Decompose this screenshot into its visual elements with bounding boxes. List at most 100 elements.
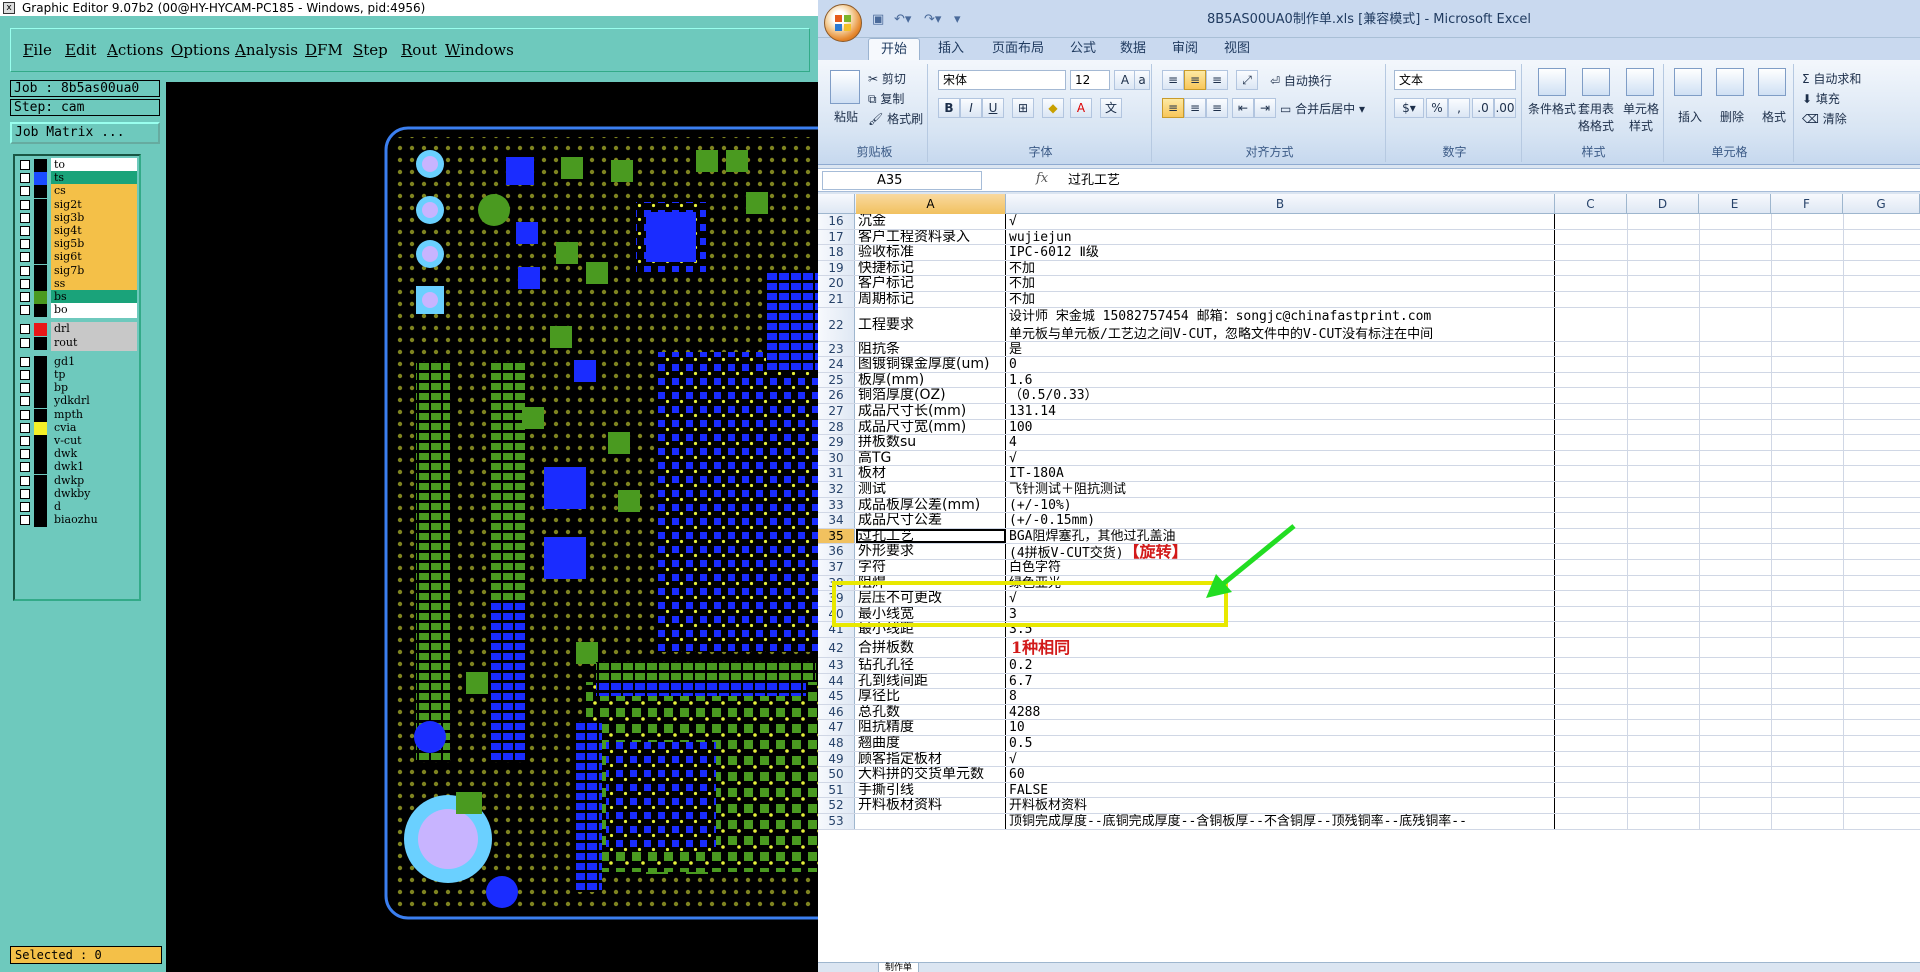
row-header[interactable]: 53 (818, 814, 855, 829)
layer-name[interactable]: rout (51, 335, 137, 351)
row-header[interactable]: 45 (818, 689, 855, 704)
row-header[interactable]: 30 (818, 450, 855, 466)
layer-visibility-checkbox[interactable] (20, 370, 30, 380)
wrap-text-button[interactable]: ⏎ 自动换行 (1270, 72, 1332, 89)
cell-a[interactable]: 阻抗精度 (856, 720, 1006, 735)
tab-view[interactable]: 视图 (1212, 38, 1262, 60)
menu-analysis[interactable]: Analysis (235, 41, 298, 59)
cell-b[interactable]: IT-180A (1006, 466, 1555, 481)
row-header[interactable]: 17 (818, 229, 855, 245)
cell-a[interactable]: 阻抗条 (856, 341, 1006, 357)
cell-a[interactable]: 工程要求 (856, 307, 1006, 341)
cell-b[interactable]: 0.2 (1006, 658, 1555, 673)
align-middle-icon[interactable]: ≡ (1184, 70, 1206, 90)
row-header[interactable]: 46 (818, 704, 855, 720)
merge-center-button[interactable]: ▭ 合并后居中 ▾ (1280, 100, 1365, 117)
cell-a[interactable]: 大料拼的交货单元数 (856, 767, 1006, 782)
row-header[interactable]: 28 (818, 419, 855, 435)
cell-b[interactable]: 不加 (1006, 276, 1555, 291)
cell-a[interactable]: 翘曲度 (856, 736, 1006, 751)
layer-visibility-checkbox[interactable] (20, 278, 30, 289)
row-header[interactable]: 22 (818, 307, 855, 341)
cell-a[interactable]: 拼板数su (856, 435, 1006, 450)
tab-page-layout[interactable]: 页面布局 (980, 38, 1056, 60)
cell-a[interactable]: 总孔数 (856, 704, 1006, 720)
layer-name[interactable]: bo (51, 303, 137, 319)
cell-b[interactable]: （0.5/0.33） (1006, 388, 1555, 403)
layer-visibility-checkbox[interactable] (20, 383, 30, 394)
align-top-icon[interactable]: ≡ (1162, 70, 1184, 90)
column-header-b[interactable]: B (1006, 194, 1555, 214)
cell-a[interactable]: 孔到线间距 (856, 673, 1006, 689)
cell-b[interactable]: √ (1006, 450, 1555, 466)
cut-button[interactable]: ✂ 剪切 (868, 70, 906, 87)
layer-row-biaozhu[interactable]: biaozhu (17, 513, 139, 529)
cell-a[interactable]: 沉金 (856, 214, 1006, 229)
cell-b[interactable]: 8 (1006, 689, 1555, 704)
menu-dfm[interactable]: DFM (305, 41, 343, 59)
layer-visibility-checkbox[interactable] (20, 226, 30, 236)
percent-icon[interactable]: % (1426, 98, 1448, 118)
row-header[interactable]: 23 (818, 341, 855, 357)
layer-name[interactable]: biaozhu (51, 513, 137, 529)
row-header[interactable]: 19 (818, 260, 855, 276)
cell-b[interactable]: (+/-10%) (1006, 497, 1555, 513)
row-header[interactable]: 37 (818, 560, 855, 575)
column-header-f[interactable]: F (1771, 194, 1843, 214)
row-header[interactable]: 32 (818, 482, 855, 497)
row-header[interactable]: 29 (818, 435, 855, 450)
cell-b[interactable]: 不加 (1006, 260, 1555, 276)
cell-style-label[interactable]: 单元格样式 (1622, 100, 1660, 134)
cell-b[interactable]: 是 (1006, 341, 1555, 357)
menu-options[interactable]: Options (171, 41, 230, 59)
delete-cells-label[interactable]: 删除 (1720, 108, 1744, 125)
cell-b[interactable]: 0.5 (1006, 736, 1555, 751)
cell-b[interactable]: wujiejun (1006, 229, 1555, 245)
cell-b[interactable]: 60 (1006, 767, 1555, 782)
align-bottom-icon[interactable]: ≡ (1206, 70, 1228, 90)
format-painter-button[interactable]: 🖌 格式刷 (868, 110, 923, 127)
table-format-icon[interactable] (1582, 68, 1610, 96)
tab-home[interactable]: 开始 (868, 38, 921, 60)
grow-font-icon[interactable]: A (1114, 70, 1136, 90)
format-cells-label[interactable]: 格式 (1762, 108, 1786, 125)
underline-icon[interactable]: U (982, 98, 1004, 118)
align-right-icon[interactable]: ≡ (1206, 98, 1228, 118)
cell-b[interactable]: 6.7 (1006, 673, 1555, 689)
comma-icon[interactable]: , (1448, 98, 1470, 118)
font-name-select[interactable]: 宋体 (938, 70, 1066, 90)
layer-visibility-checkbox[interactable] (20, 305, 30, 316)
row-header[interactable]: 26 (818, 388, 855, 403)
row-header[interactable]: 25 (818, 372, 855, 388)
menu-step[interactable]: Step (353, 41, 388, 59)
layer-visibility-checkbox[interactable] (20, 265, 30, 276)
layer-visibility-checkbox[interactable] (20, 488, 30, 499)
format-cells-icon[interactable] (1758, 68, 1786, 96)
cell-a[interactable]: 测试 (856, 482, 1006, 497)
insert-cells-icon[interactable] (1674, 68, 1702, 96)
layer-visibility-checkbox[interactable] (20, 436, 30, 446)
menu-edit[interactable]: Edit (65, 41, 96, 59)
conditional-format-label[interactable]: 条件格式 (1528, 100, 1576, 117)
cell-a[interactable]: 周期标记 (856, 292, 1006, 307)
cell-a[interactable]: 厚径比 (856, 689, 1006, 704)
cell-a[interactable]: 合拼板数 (856, 638, 1006, 657)
cell-b[interactable]: 白色字符 (1006, 560, 1555, 575)
cell-b[interactable]: BGA阻焊塞孔，其他过孔盖油 (1006, 528, 1555, 544)
layer-visibility-checkbox[interactable] (20, 356, 30, 367)
layer-visibility-checkbox[interactable] (20, 186, 30, 197)
cell-a[interactable]: 字符 (856, 560, 1006, 575)
cell-b[interactable]: 0 (1006, 357, 1555, 372)
cell-a[interactable]: 客户标记 (856, 276, 1006, 291)
row-header[interactable]: 21 (818, 292, 855, 307)
layer-visibility-checkbox[interactable] (20, 409, 30, 420)
cell-a[interactable]: 铜箔厚度(OZ) (856, 388, 1006, 403)
bold-icon[interactable]: B (938, 98, 960, 118)
layer-visibility-checkbox[interactable] (20, 462, 30, 473)
delete-cells-icon[interactable] (1716, 68, 1744, 96)
cell-a[interactable] (856, 814, 1006, 829)
increase-decimal-icon[interactable]: .0 (1472, 98, 1494, 118)
currency-icon[interactable]: $▾ (1394, 98, 1424, 118)
menu-windows[interactable]: Windows (445, 41, 514, 59)
redo-icon[interactable]: ↷▾ (924, 12, 941, 28)
